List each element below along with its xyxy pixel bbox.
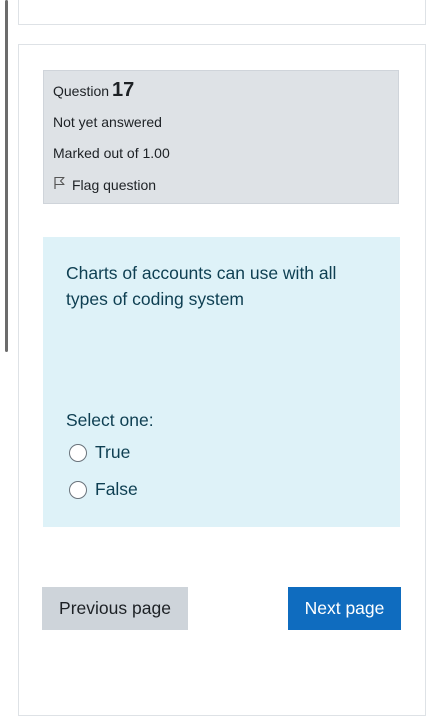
next-page-button[interactable]: Next page — [288, 587, 401, 630]
question-marks: Marked out of 1.00 — [53, 145, 170, 161]
question-status: Not yet answered — [53, 114, 162, 130]
select-prompt: Select one: — [66, 410, 154, 430]
previous-question-card — [18, 0, 426, 25]
option-true-label: True — [95, 442, 131, 462]
question-label: Question — [53, 83, 110, 99]
radio-true[interactable] — [69, 443, 87, 462]
flag-question-link[interactable]: Flag question — [53, 176, 156, 193]
question-info: Question 17 Not yet answered Marked out o… — [43, 70, 399, 204]
question-text: Charts of accounts can use with all type… — [66, 263, 337, 309]
flag-question-label: Flag question — [72, 176, 157, 193]
flag-icon — [53, 176, 72, 193]
scrollbar[interactable] — [5, 0, 8, 352]
question-number: 17 — [112, 79, 135, 101]
radio-false[interactable] — [69, 480, 87, 499]
previous-page-button[interactable]: Previous page — [42, 587, 188, 630]
option-true[interactable]: True — [69, 442, 130, 463]
option-false[interactable]: False — [69, 479, 138, 500]
question-heading: Question 17 — [53, 79, 134, 102]
question-content: Charts of accounts can use with all type… — [43, 237, 400, 527]
option-false-label: False — [95, 479, 138, 499]
